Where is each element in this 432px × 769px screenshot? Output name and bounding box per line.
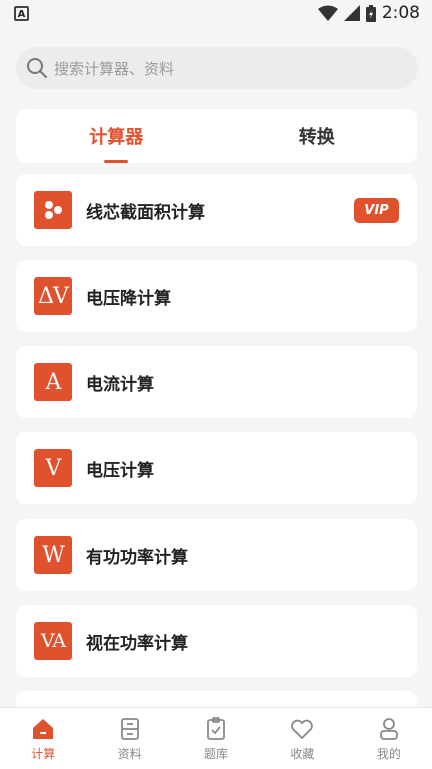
list-item-current[interactable]: A 电流计算 [16,346,417,418]
nav-favorites[interactable]: 收藏 [259,708,345,769]
nav-label: 题库 [204,747,229,761]
nav-materials[interactable]: 资料 [86,708,172,769]
tab-calculator[interactable]: 计算器 [16,109,217,163]
search-placeholder: 搜索计算器、资料 [54,59,175,78]
nav-calc[interactable]: 计算 [0,708,86,769]
nav-label: 计算 [31,747,56,761]
nav-label: 收藏 [290,747,315,761]
wifi-icon [317,5,338,21]
list-item-label: 电压降计算 [86,288,171,309]
user-icon [379,718,398,740]
delta-v-icon: ΔV [34,277,72,315]
list-item-label: 电压计算 [86,460,154,481]
list-item-voltage[interactable]: V 电压计算 [16,432,417,504]
signal-icon [343,5,360,21]
watt-icon: W [34,536,72,574]
nav-label: 我的 [376,747,401,761]
tab-active-indicator [104,160,129,163]
app-notification-icon: A [14,5,29,21]
tab-convert[interactable]: 转换 [217,109,418,163]
list-item-label: 电流计算 [86,374,154,395]
tab-label: 转换 [298,127,335,148]
nav-profile[interactable]: 我的 [346,708,432,769]
heart-icon [291,719,314,740]
search-input[interactable]: 搜索计算器、资料 [16,47,418,89]
bottom-nav: 计算 资料 题库 收藏 我的 [0,707,432,769]
search-icon [27,58,47,78]
list-item-label: 视在功率计算 [86,633,188,654]
folder-icon [120,718,139,740]
volt-ampere-icon: VA [34,622,72,660]
nav-question-bank[interactable]: 题库 [173,708,259,769]
list-item-wire-cross-section[interactable]: 线芯截面积计算 VIP [16,174,417,246]
list-item-apparent-power[interactable]: VA 视在功率计算 [16,605,417,677]
battery-icon [365,4,376,22]
volt-icon: V [34,449,72,487]
status-bar: A 2:08 [0,0,432,26]
tab-label: 计算器 [89,127,144,148]
list-item-label: 线芯截面积计算 [86,202,205,223]
dots-icon [34,191,72,229]
clipboard-icon [207,717,225,740]
home-icon [33,719,54,739]
list-item-voltage-drop[interactable]: ΔV 电压降计算 [16,260,417,332]
list-item-active-power[interactable]: W 有功功率计算 [16,519,417,591]
ampere-icon: A [34,363,72,401]
list-item-label: 有功功率计算 [86,547,188,568]
tab-bar: 计算器 转换 [16,109,417,163]
status-time: 2:08 [381,3,420,23]
vip-badge: VIP [354,198,399,223]
nav-label: 资料 [117,747,142,761]
